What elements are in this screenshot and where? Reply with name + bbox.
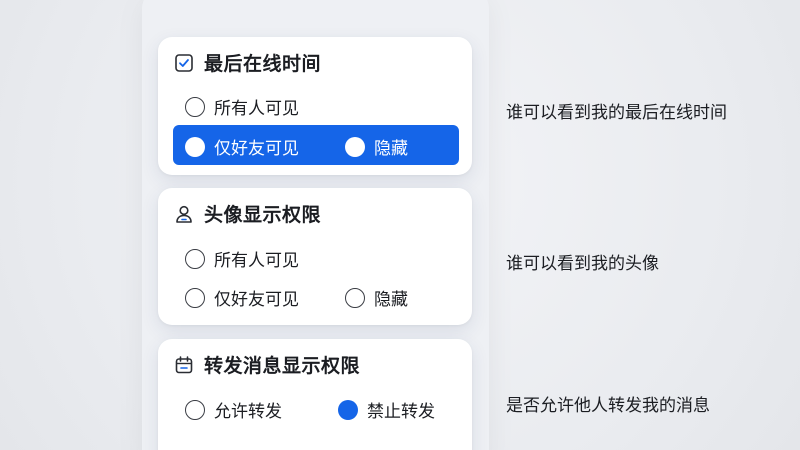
avatar-permission-title: 头像显示权限: [174, 200, 321, 227]
option-everyone[interactable]: 所有人可见: [185, 94, 299, 119]
section-title: 最后在线时间: [204, 53, 322, 75]
selected-row-highlight: 仅好友可见 隐藏: [173, 125, 459, 165]
description-forward: 是否允许他人转发我的消息: [506, 396, 710, 416]
option-allow-forward[interactable]: 允许转发: [185, 397, 282, 422]
option-hidden[interactable]: 隐藏: [345, 134, 408, 159]
option-label: 所有人可见: [214, 251, 299, 271]
option-hidden[interactable]: 隐藏: [345, 285, 408, 310]
option-label: 隐藏: [374, 139, 408, 159]
stage: 最后在线时间 所有人可见 仅好友可见 隐藏 头像显示权限 所有人可见 仅好友可见…: [0, 0, 800, 450]
radio-unselected[interactable]: [185, 287, 205, 308]
radio-unselected[interactable]: [185, 96, 205, 117]
last-online-card: 最后在线时间 所有人可见 仅好友可见 隐藏: [158, 37, 472, 175]
forward-permission-title: 转发消息显示权限: [174, 351, 360, 378]
option-label: 禁止转发: [367, 402, 435, 422]
option-friends-only[interactable]: 仅好友可见: [185, 285, 299, 310]
option-label: 允许转发: [214, 402, 282, 422]
radio-selected[interactable]: [185, 136, 205, 157]
option-friends-only[interactable]: 仅好友可见: [185, 134, 299, 159]
description-last-online: 谁可以看到我的最后在线时间: [506, 103, 727, 123]
radio-unselected[interactable]: [345, 136, 365, 157]
section-title: 头像显示权限: [204, 204, 322, 226]
checkbox-icon: [174, 53, 194, 73]
radio-unselected[interactable]: [185, 399, 205, 420]
radio-unselected[interactable]: [345, 287, 365, 308]
avatar-permission-card: 头像显示权限 所有人可见 仅好友可见 隐藏: [158, 188, 472, 325]
user-icon: [174, 204, 194, 224]
option-label: 所有人可见: [214, 99, 299, 119]
radio-selected[interactable]: [338, 399, 358, 420]
description-avatar: 谁可以看到我的头像: [506, 254, 659, 274]
option-label: 隐藏: [374, 290, 408, 310]
option-label: 仅好友可见: [214, 290, 299, 310]
option-everyone[interactable]: 所有人可见: [185, 246, 299, 271]
section-title: 转发消息显示权限: [204, 355, 361, 377]
option-forbid-forward[interactable]: 禁止转发: [338, 397, 435, 422]
calendar-icon: [174, 355, 194, 375]
forward-permission-card: 转发消息显示权限 允许转发 禁止转发: [158, 339, 472, 450]
radio-unselected[interactable]: [185, 248, 205, 269]
last-online-title: 最后在线时间: [174, 49, 321, 76]
option-label: 仅好友可见: [214, 139, 299, 159]
